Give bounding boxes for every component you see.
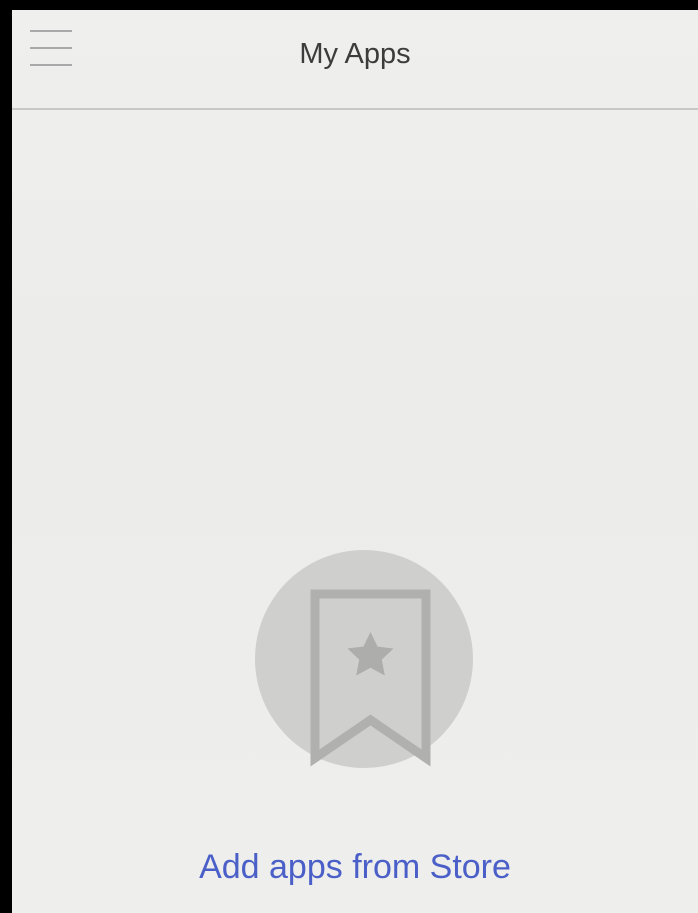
add-apps-from-store-link[interactable]: Add apps from Store [12,848,698,887]
my-apps-screen: My Apps Add apps from Store [12,10,698,913]
top-app-bar: My Apps [12,10,698,110]
menu-line [30,30,72,32]
bookmark-star-icon [255,550,473,768]
page-title: My Apps [299,38,411,70]
